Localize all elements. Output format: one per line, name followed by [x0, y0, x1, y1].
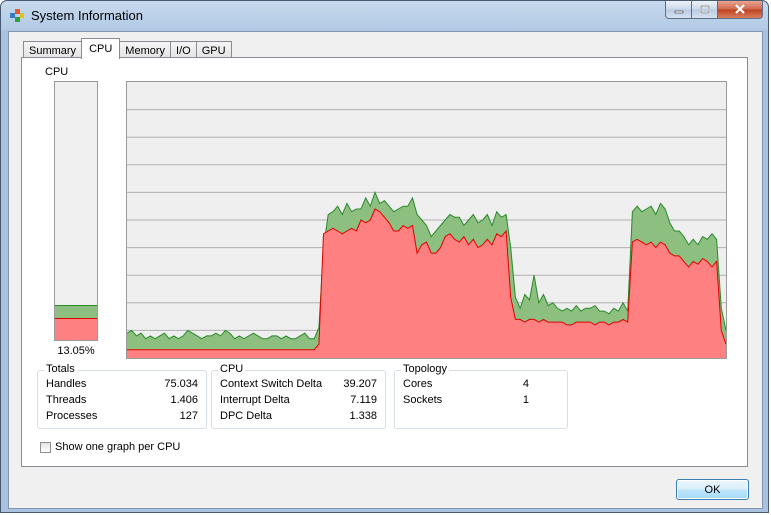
- minimize-button[interactable]: [665, 1, 692, 19]
- cpu-tab-panel: CPU 13.05% Totals Handles 75.034 Threads…: [21, 57, 748, 467]
- cpu-row-interrupt: Interrupt Delta 7.119: [220, 394, 377, 409]
- threads-value: 1.406: [170, 394, 198, 406]
- system-information-window: System Information Summary CPU Memory I/…: [0, 0, 769, 513]
- sockets-label: Sockets: [403, 394, 443, 406]
- totals-row-threads: Threads 1.406: [46, 394, 198, 409]
- cpu-meter-label: CPU: [45, 66, 69, 78]
- totals-group-title: Totals: [44, 363, 77, 375]
- topology-group: Topology Cores 4 Sockets 1: [394, 363, 568, 429]
- totals-group: Totals Handles 75.034 Threads 1.406 Proc…: [37, 363, 207, 429]
- maximize-button[interactable]: [692, 1, 718, 19]
- cpu-history-graph: [126, 81, 727, 359]
- one-graph-per-cpu-checkbox[interactable]: [40, 441, 51, 453]
- dialog-client-area: Summary CPU Memory I/O GPU CPU 13.05% To…: [8, 31, 763, 509]
- interrupt-value: 7.119: [350, 394, 377, 406]
- cores-value: 4: [522, 378, 529, 390]
- cpu-usage-meter: [54, 81, 98, 341]
- cpu-row-dpc: DPC Delta 1.338: [220, 410, 377, 425]
- topology-row-cores: Cores 4: [403, 378, 529, 393]
- processes-value: 127: [179, 410, 198, 422]
- cpu-group: CPU Context Switch Delta 39.207 Interrup…: [211, 363, 386, 429]
- processes-label: Processes: [46, 410, 98, 422]
- one-graph-per-cpu-option[interactable]: Show one graph per CPU: [40, 441, 180, 453]
- sockets-value: 1: [522, 394, 529, 406]
- context-switch-label: Context Switch Delta: [220, 378, 323, 390]
- handles-label: Handles: [46, 378, 87, 390]
- title-bar[interactable]: System Information: [1, 1, 768, 31]
- cpu-history-svg: [127, 109, 726, 358]
- meter-kernel-fill: [55, 318, 97, 340]
- app-icon: [9, 8, 25, 24]
- cores-label: Cores: [403, 378, 433, 390]
- window-title: System Information: [31, 8, 143, 23]
- cpu-usage-percent: 13.05%: [57, 345, 95, 357]
- handles-value: 75.034: [164, 378, 198, 390]
- totals-row-handles: Handles 75.034: [46, 378, 198, 393]
- totals-row-processes: Processes 127: [46, 410, 198, 425]
- minimize-icon: [674, 10, 683, 13]
- ok-button[interactable]: OK: [676, 479, 749, 500]
- context-switch-value: 39.207: [343, 378, 377, 390]
- dpc-value: 1.338: [349, 410, 377, 422]
- dpc-label: DPC Delta: [220, 410, 272, 422]
- maximize-icon: [699, 4, 710, 14]
- topology-row-sockets: Sockets 1: [403, 394, 529, 409]
- tab-strip: Summary CPU Memory I/O GPU: [23, 38, 232, 59]
- cpu-group-title: CPU: [218, 363, 246, 375]
- close-icon: [735, 4, 745, 14]
- tab-cpu[interactable]: CPU: [81, 38, 121, 59]
- close-button[interactable]: [718, 1, 763, 19]
- threads-label: Threads: [46, 394, 87, 406]
- cpu-row-context-switch: Context Switch Delta 39.207: [220, 378, 377, 393]
- interrupt-label: Interrupt Delta: [220, 394, 290, 406]
- one-graph-per-cpu-label[interactable]: Show one graph per CPU: [55, 441, 180, 453]
- topology-group-title: Topology: [401, 363, 450, 375]
